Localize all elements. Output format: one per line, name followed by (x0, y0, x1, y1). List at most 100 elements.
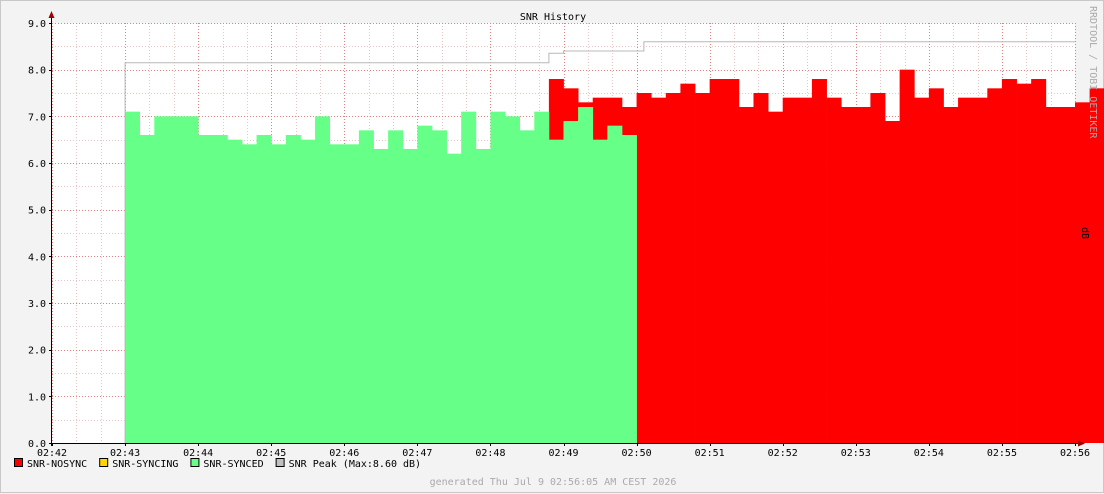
data-bar (578, 107, 594, 443)
data-bar (621, 135, 637, 443)
snr-history-chart: 0.01.02.03.04.05.06.07.08.09.0 02:42 02:4… (14, 6, 1104, 488)
legend-item: SNR-NOSYNC (14, 458, 87, 470)
x-tick-label: 02:43 (110, 448, 140, 459)
data-bar (680, 83, 696, 444)
legend-label: SNR-SYNCING (112, 459, 178, 470)
legend-swatch (190, 458, 200, 467)
data-bar (607, 125, 623, 444)
legend-item: SNR-SYNCED (190, 458, 264, 470)
data-bar (855, 107, 871, 443)
y-axis-arrow (48, 11, 55, 18)
data-bar (315, 116, 331, 443)
x-tick-label: 02:55 (987, 448, 1017, 459)
data-bar (241, 144, 257, 443)
x-tick-label: 02:50 (622, 448, 652, 459)
data-bar (563, 121, 579, 443)
x-tick-label: 02:48 (475, 448, 505, 459)
legend-swatch (99, 458, 109, 467)
data-bar (753, 93, 769, 443)
data-bar (987, 88, 1003, 443)
data-bar (592, 139, 608, 444)
x-tick-label: 02:45 (256, 448, 286, 459)
data-bar (271, 144, 287, 443)
y-tick-labels: 0.01.02.03.04.05.06.07.08.09.0 (28, 19, 52, 450)
data-bar (417, 125, 433, 444)
x-tick-label: 02:53 (841, 448, 871, 459)
x-tick-label: 02:51 (695, 448, 725, 459)
data-bar (768, 111, 784, 444)
data-bar (490, 111, 506, 444)
data-bar (198, 135, 214, 443)
data-bar (958, 97, 974, 444)
y-tick-label: 6.0 (28, 159, 46, 170)
series-snr-synced (125, 107, 637, 444)
data-bar (125, 111, 141, 444)
data-bar (899, 69, 915, 444)
data-bar (388, 130, 404, 443)
y-tick-label: 3.0 (28, 299, 46, 310)
chart-title: SNR History (520, 12, 586, 23)
y-tick-label: 1.0 (28, 392, 46, 403)
data-bar (285, 135, 301, 443)
data-bar (870, 93, 886, 443)
generated-footer: generated Thu Jul 9 02:56:05 AM CEST 202… (430, 477, 677, 488)
data-bar (651, 97, 667, 444)
y-tick-label: 9.0 (28, 19, 46, 30)
data-bar (212, 135, 228, 443)
data-bar (1031, 79, 1047, 443)
data-bar (373, 149, 389, 443)
data-bar (344, 144, 360, 443)
data-bar (709, 79, 725, 443)
data-bar (446, 153, 462, 444)
data-bar (636, 93, 652, 443)
data-bar (300, 139, 316, 444)
data-bar (1075, 102, 1091, 443)
data-bar (519, 130, 535, 443)
data-bar (665, 93, 681, 443)
graph-frame: 0.0 1.0 2.0 3.0 4.0 5.0 6.0 7.0 8.0 9.0 02:42 02:4… (0, 0, 1104, 493)
x-tick-label: 02:42 (37, 448, 67, 459)
x-tick-label: 02:56 (1060, 448, 1090, 459)
data-bar (695, 93, 711, 443)
data-bar (1016, 83, 1032, 444)
data-bar (534, 111, 550, 444)
data-bar (402, 149, 418, 443)
data-bar (811, 79, 827, 443)
rrdtool-credit: RRDTOOL / TOBI OETIKER (1087, 6, 1098, 139)
legend-item: SNR Peak (Max:8.60 dB) (275, 458, 421, 470)
data-bar (358, 130, 374, 443)
data-bar (1060, 107, 1076, 443)
legend-item: SNR-SYNCING (99, 458, 178, 470)
data-bar (154, 116, 170, 443)
y-tick-label: 7.0 (28, 112, 46, 123)
legend-label: SNR Peak (Max:8.60 dB) (289, 459, 421, 470)
x-tick-label: 02:44 (183, 448, 213, 459)
x-tick-label: 02:49 (548, 448, 578, 459)
y-axis-label: dB (1079, 227, 1090, 239)
data-bar (1089, 88, 1104, 443)
x-tick-label: 02:52 (768, 448, 798, 459)
data-bar (724, 79, 740, 443)
data-bar (256, 135, 272, 443)
data-bar (972, 97, 988, 444)
data-bar (227, 139, 243, 444)
y-tick-label: 8.0 (28, 66, 46, 77)
data-bar (431, 130, 447, 443)
data-bar (826, 97, 842, 444)
y-tick-label: 5.0 (28, 206, 46, 217)
data-bar (183, 116, 199, 443)
legend-label: SNR-SYNCED (203, 459, 263, 470)
legend-swatch (14, 458, 23, 467)
legend-swatch (275, 458, 285, 467)
data-bar (461, 111, 477, 444)
data-bar (797, 97, 813, 444)
data-bar (885, 121, 901, 443)
data-bar (1045, 107, 1061, 443)
x-tick-label: 02:47 (402, 448, 432, 459)
x-tick-label: 02:54 (914, 448, 944, 459)
x-tick-label: 02:46 (329, 448, 359, 459)
y-tick-label: 2.0 (28, 346, 46, 357)
data-bar (505, 116, 521, 443)
data-bar (943, 107, 959, 443)
data-bar (548, 139, 564, 444)
